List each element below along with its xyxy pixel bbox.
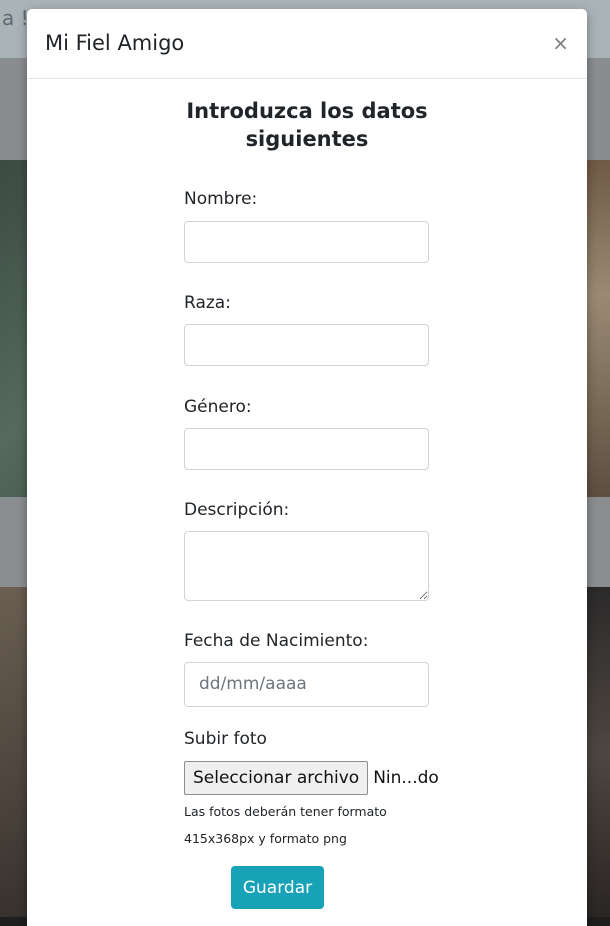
birthdate-label: Fecha de Nacimiento: bbox=[184, 631, 369, 651]
name-label: Nombre: bbox=[184, 189, 258, 209]
hint-line: 415x368px y formato png bbox=[184, 831, 347, 846]
description-textarea[interactable] bbox=[184, 531, 429, 601]
form-heading-line: Introduzca los datos bbox=[186, 99, 428, 123]
save-button[interactable]: Guardar bbox=[231, 866, 324, 909]
choose-file-button[interactable]: Seleccionar archivo bbox=[184, 761, 369, 795]
description-label: Descripción: bbox=[184, 500, 290, 520]
background-photo-edge bbox=[586, 587, 610, 917]
pet-form-modal: Mi Fiel Amigo × Introduzca los datos sig… bbox=[27, 9, 587, 926]
form-heading-line: siguientes bbox=[245, 127, 369, 151]
photo-format-hint: Las fotos deberán tener formato 415x368p… bbox=[184, 798, 424, 852]
form-heading: Introduzca los datos siguientes bbox=[27, 97, 587, 153]
breed-label: Raza: bbox=[184, 293, 231, 313]
file-status: Nin...do bbox=[373, 768, 439, 788]
modal-header: Mi Fiel Amigo × bbox=[27, 9, 587, 79]
name-input[interactable] bbox=[184, 221, 429, 263]
modal-title: Mi Fiel Amigo bbox=[45, 31, 185, 55]
hint-line: Las fotos deberán tener formato bbox=[184, 804, 387, 819]
close-icon[interactable]: × bbox=[552, 33, 569, 53]
background-navbar-text: a ! bbox=[2, 6, 29, 30]
breed-input[interactable] bbox=[184, 324, 429, 366]
photo-file-input: Seleccionar archivo Nin...do bbox=[184, 761, 439, 795]
gender-label: Género: bbox=[184, 397, 252, 417]
gender-input[interactable] bbox=[184, 428, 429, 470]
birthdate-input[interactable]: dd/mm/aaaa bbox=[184, 662, 429, 707]
photo-label: Subir foto bbox=[184, 729, 267, 749]
